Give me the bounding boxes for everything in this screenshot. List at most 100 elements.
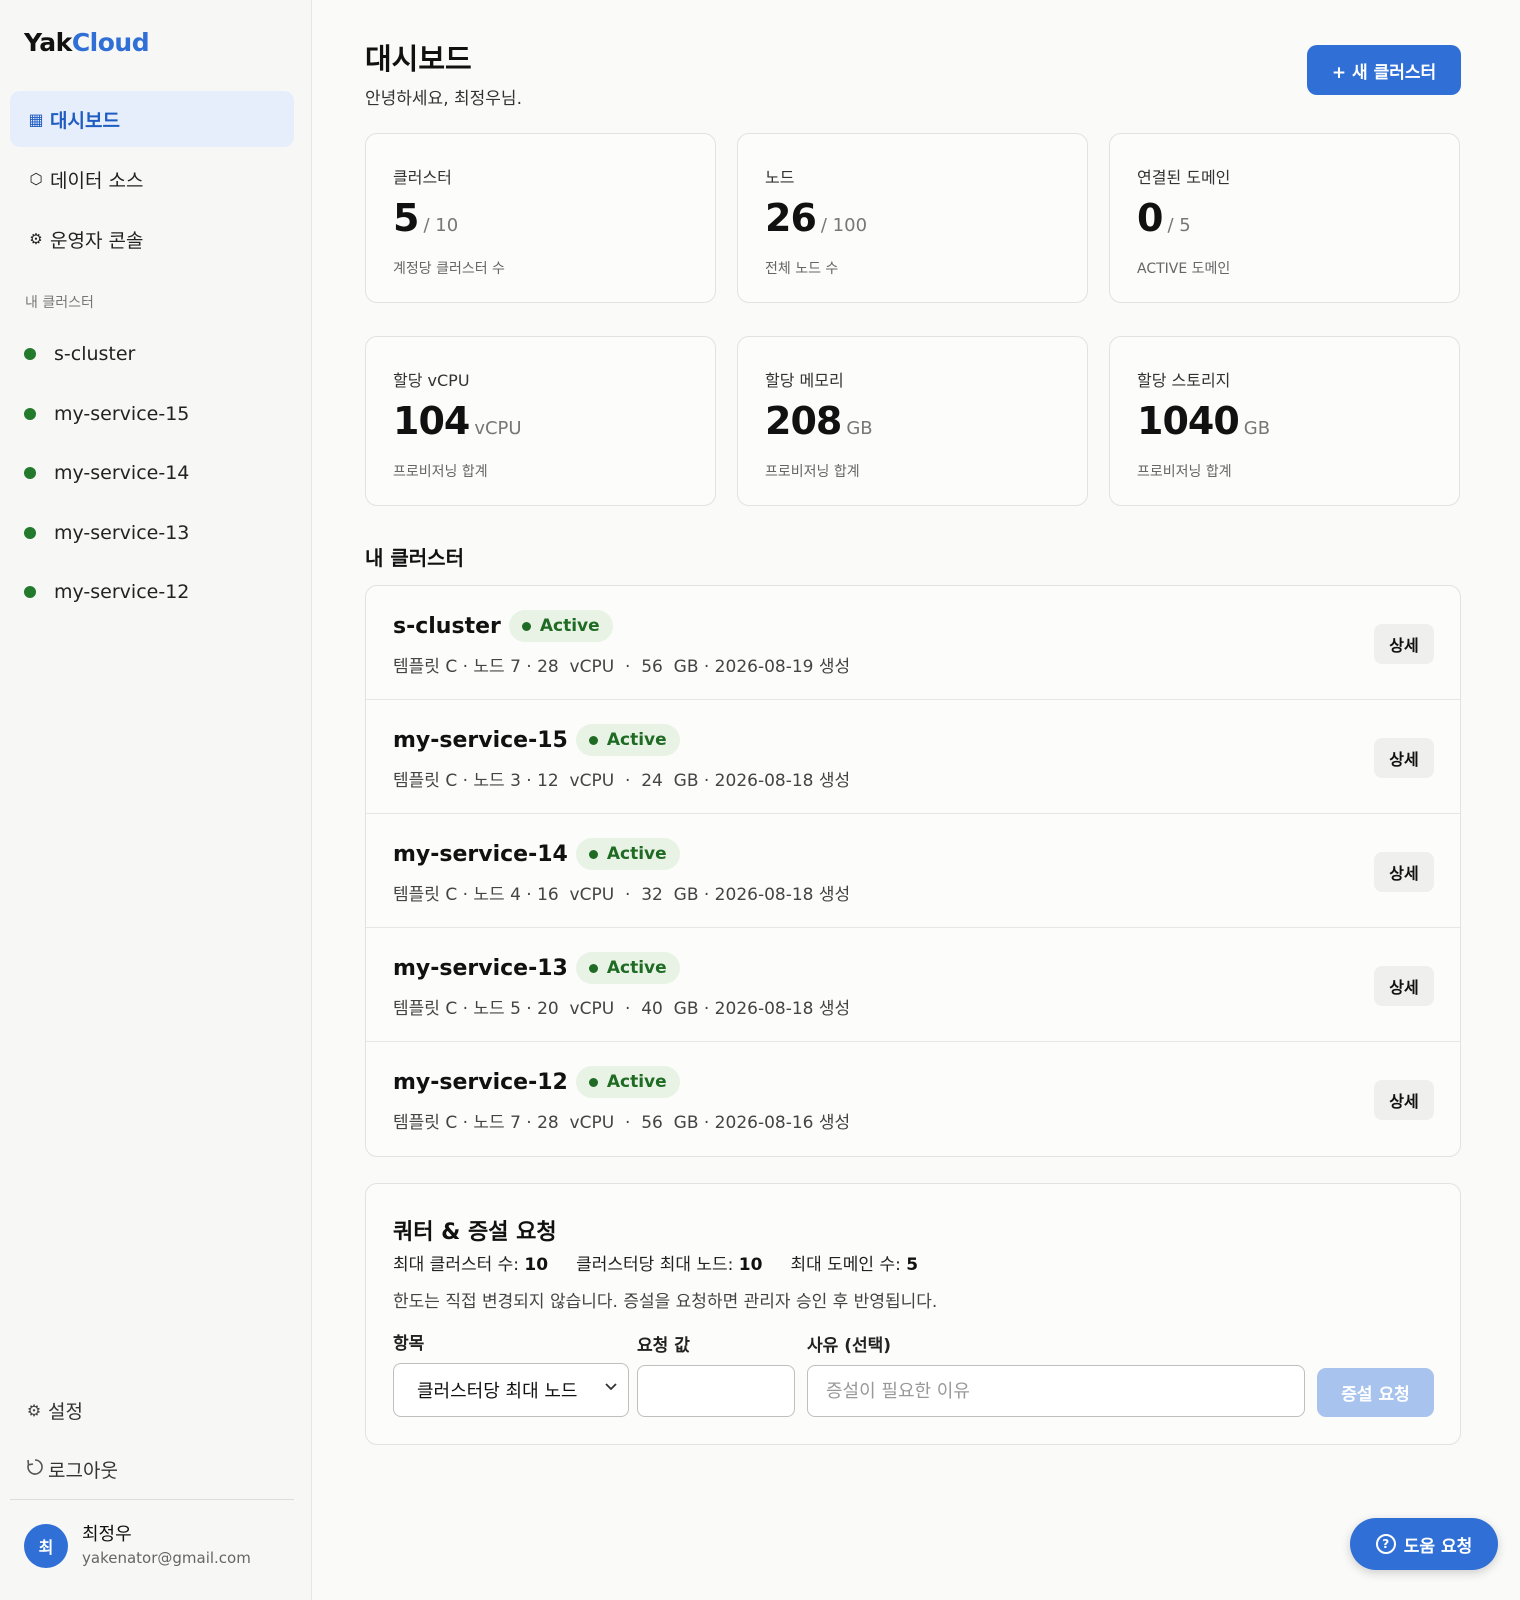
value-field-label: 요청 값 <box>637 1336 690 1356</box>
grid-icon: ▦ <box>28 109 44 129</box>
stat-sub: 계정당 클러스터 수 <box>393 261 505 277</box>
status-dot <box>521 621 531 631</box>
clusters-section-title: 내 클러스터 <box>365 546 464 570</box>
cluster-name: my-service-13 <box>393 955 568 981</box>
reason-field-label: 사유 (선택) <box>807 1336 892 1356</box>
quota-title: 쿼터 & 증설 요청 <box>393 1220 557 1245</box>
page-title: 대시보드 <box>365 42 472 76</box>
status-dot <box>24 586 36 598</box>
sidebar-cluster-my-service-15[interactable]: my-service-15 <box>24 394 294 434</box>
quota-note: 한도는 직접 변경되지 않습니다. 증설을 요청하면 관리자 승인 후 반영됩니… <box>393 1292 938 1312</box>
nav-data-source[interactable]: ⬡ 데이터 소스 <box>10 151 294 207</box>
sidebar-cluster-s-cluster[interactable]: s-cluster <box>24 334 294 374</box>
sidebar-divider <box>10 1499 294 1500</box>
status-badge-label: Active <box>539 616 600 636</box>
stat-unit: GB <box>1243 418 1271 439</box>
quota-card: 쿼터 & 증설 요청 최대 클러스터 수: 10 클러스터당 최대 노드: 10… <box>365 1183 1461 1445</box>
nav-settings[interactable]: ⚙ 설정 <box>26 1390 286 1430</box>
stat-card-clusters: 클러스터 5/ 10 계정당 클러스터 수 <box>365 133 716 303</box>
status-badge-label: Active <box>606 958 667 978</box>
stat-card-nodes: 노드 26/ 100 전체 노드 수 <box>737 133 1088 303</box>
cluster-row: s-cluster Active 템플릿 C · 노드 7 · 28 vCPU … <box>366 586 1460 700</box>
stat-sub: ACTIVE 도메인 <box>1137 261 1231 277</box>
item-select-value: 클러스터당 최대 노드 <box>417 1381 578 1402</box>
status-badge: Active <box>575 838 680 870</box>
sidebar-cluster-my-service-12[interactable]: my-service-12 <box>24 572 294 612</box>
stat-value: 26 <box>765 196 817 240</box>
sidebar-cluster-label: my-service-13 <box>54 522 190 544</box>
stat-card-memory: 할당 메모리 208 GB 프로비저닝 합계 <box>737 336 1088 506</box>
nav-settings-label: 설정 <box>48 1400 83 1423</box>
status-badge-label: Active <box>606 730 667 750</box>
sidebar: YakCloud ▦ 대시보드 ⬡ 데이터 소스 ⚙ 운영자 콘솔 내 클러스터… <box>0 0 312 1600</box>
sidebar-cluster-label: my-service-15 <box>54 403 190 425</box>
status-dot <box>24 467 36 479</box>
quota-limit-value: 10 <box>524 1255 549 1275</box>
cluster-meta: 템플릿 C · 노드 5 · 20 vCPU · 40 GB · 2026-08… <box>393 999 851 1019</box>
cluster-meta: 템플릿 C · 노드 7 · 28 vCPU · 56 GB · 2026-08… <box>393 657 851 677</box>
stat-unit: / 100 <box>820 215 868 236</box>
nav-data-source-label: 데이터 소스 <box>50 169 144 192</box>
nav-dashboard[interactable]: ▦ 대시보드 <box>10 91 294 147</box>
status-dot <box>24 527 36 539</box>
status-badge: Active <box>575 952 680 984</box>
stat-card-storage: 할당 스토리지 1040 GB 프로비저닝 합계 <box>1109 336 1460 506</box>
cluster-meta: 템플릿 C · 노드 4 · 16 vCPU · 32 GB · 2026-08… <box>393 885 851 905</box>
avatar[interactable]: 최 <box>24 1524 68 1568</box>
new-cluster-button[interactable]: + 새 클러스터 <box>1307 45 1461 95</box>
sidebar-cluster-label: my-service-14 <box>54 462 190 484</box>
status-dot <box>588 1077 598 1087</box>
stat-value: 104 <box>393 399 470 443</box>
detail-button[interactable]: 상세 <box>1374 966 1434 1006</box>
detail-button[interactable]: 상세 <box>1374 1080 1434 1120</box>
quota-limits: 최대 클러스터 수: 10 클러스터당 최대 노드: 10 최대 도메인 수: … <box>393 1250 918 1275</box>
stat-label: 연결된 도메인 <box>1137 168 1231 187</box>
stat-sub: 프로비저닝 합계 <box>765 464 860 480</box>
request-value-input[interactable] <box>637 1365 795 1417</box>
cluster-row: my-service-13 Active 템플릿 C · 노드 5 · 20 v… <box>366 928 1460 1042</box>
status-badge: Active <box>575 1066 680 1098</box>
help-request-label: 도움 요청 <box>1403 1536 1473 1557</box>
item-field-label: 항목 <box>393 1334 425 1354</box>
cluster-name: my-service-15 <box>393 727 568 753</box>
cluster-row: my-service-12 Active 템플릿 C · 노드 7 · 28 v… <box>366 1042 1460 1156</box>
logout-icon <box>26 1458 43 1480</box>
cluster-row: my-service-14 Active 템플릿 C · 노드 4 · 16 v… <box>366 814 1460 928</box>
quota-limit-max-nodes: 클러스터당 최대 노드: 10 <box>576 1250 762 1275</box>
quota-request-button[interactable]: 증설 요청 <box>1317 1368 1434 1417</box>
quota-limit-max-domains: 최대 도메인 수: 5 <box>790 1250 918 1275</box>
cluster-name: s-cluster <box>393 613 501 639</box>
gear-icon: ⚙ <box>26 1400 42 1420</box>
reason-input[interactable] <box>807 1365 1305 1417</box>
sidebar-cluster-my-service-14[interactable]: my-service-14 <box>24 453 294 493</box>
nav-operator-console[interactable]: ⚙ 운영자 콘솔 <box>10 211 294 267</box>
stat-card-domains: 연결된 도메인 0/ 5 ACTIVE 도메인 <box>1109 133 1460 303</box>
sidebar-cluster-my-service-13[interactable]: my-service-13 <box>24 513 294 553</box>
nav-operator-console-label: 운영자 콘솔 <box>50 229 144 252</box>
status-dot <box>588 849 598 859</box>
stat-label: 노드 <box>765 168 795 187</box>
logo-yak: Yak <box>24 28 72 57</box>
greeting: 안녕하세요, 최정우님. <box>365 89 522 109</box>
status-badge-label: Active <box>606 844 667 864</box>
stat-sub: 프로비저닝 합계 <box>393 464 488 480</box>
status-badge: Active <box>508 610 613 642</box>
cluster-meta: 템플릿 C · 노드 7 · 28 vCPU · 56 GB · 2026-08… <box>393 1113 851 1133</box>
user-email: yakenator@gmail.com <box>82 1549 251 1567</box>
logo[interactable]: YakCloud <box>24 28 150 57</box>
stat-value: 0 <box>1137 196 1163 240</box>
quota-limit-value: 5 <box>906 1255 919 1275</box>
sidebar-cluster-label: s-cluster <box>54 343 136 365</box>
nav-dashboard-label: 대시보드 <box>50 109 120 132</box>
help-request-button[interactable]: ? 도움 요청 <box>1350 1518 1498 1570</box>
detail-button[interactable]: 상세 <box>1374 852 1434 892</box>
quota-limit-max-clusters: 최대 클러스터 수: 10 <box>393 1250 548 1275</box>
nav-logout-label: 로그아웃 <box>48 1459 118 1482</box>
status-badge: Active <box>575 724 680 756</box>
cluster-list: s-cluster Active 템플릿 C · 노드 7 · 28 vCPU … <box>365 585 1461 1157</box>
detail-button[interactable]: 상세 <box>1374 624 1434 664</box>
detail-button[interactable]: 상세 <box>1374 738 1434 778</box>
status-dot <box>24 408 36 420</box>
nav-logout[interactable]: 로그아웃 <box>26 1449 286 1489</box>
item-select[interactable]: 클러스터당 최대 노드 <box>393 1363 629 1417</box>
